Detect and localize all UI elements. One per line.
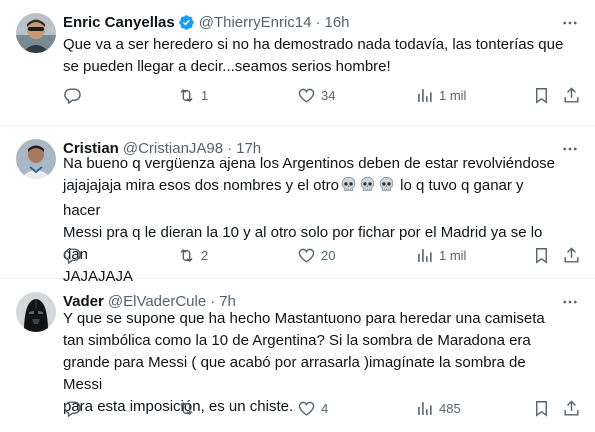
tweet[interactable]: Cristian @CristianJA98 · 17h Na bueno q … [0,126,595,285]
retweet-icon [177,246,196,265]
like-count: 34 [321,87,336,103]
retweet-icon [177,86,196,105]
timestamp[interactable]: 7h [219,293,236,310]
share-icon [562,246,581,265]
reply-icon [63,399,82,418]
retweet-button[interactable] [177,397,201,419]
retweet-count: 1 [201,87,209,103]
reply-button[interactable] [63,84,87,106]
reply-button[interactable] [63,397,87,419]
avatar[interactable] [16,139,56,179]
like-button[interactable]: 34 [297,84,335,106]
tweet-actions: 2 20 1 mil [63,244,579,266]
tweet-text-line: jajajajaja mira esos dos nombres y el ot… [63,177,339,194]
views-icon [415,246,434,265]
reply-icon [63,86,82,105]
reply-icon [63,246,82,265]
like-icon [297,246,316,265]
tweet-text: Que va a ser heredero si no ha demostrad… [63,36,564,75]
share-button[interactable] [562,397,581,419]
skull-emoji [359,176,376,200]
author-name[interactable]: Enric Canyellas [63,14,175,31]
tweet-text: Na bueno q vergüenza ajena los Argentino… [63,153,565,288]
like-count: 4 [321,400,329,416]
like-button[interactable]: 20 [297,244,335,266]
bookmark-button[interactable] [532,84,551,106]
author-handle[interactable]: @ElVaderCule [108,293,206,310]
bookmark-button[interactable] [532,397,551,419]
author-handle[interactable]: @ThierryEnric14 [199,14,312,31]
verified-badge-icon [178,14,195,31]
bookmark-icon [532,246,551,265]
view-count: 1 mil [439,87,467,103]
tweet-text-line: Na bueno q vergüenza ajena los Argentino… [63,155,556,172]
skull-emoji [340,176,357,200]
tweet[interactable]: Vader @ElVaderCule · 7h Y que se supone … [0,279,595,432]
like-icon [297,399,316,418]
like-icon [297,86,316,105]
views-icon [415,399,434,418]
share-icon [562,86,581,105]
share-button[interactable] [562,244,581,266]
reply-button[interactable] [63,244,87,266]
share-icon [562,399,581,418]
retweet-count: 2 [201,247,209,263]
tweet-actions: 4 485 [63,397,579,419]
retweet-icon [177,399,196,418]
views-button[interactable]: 485 [415,397,461,419]
tweet-actions: 1 34 1 mil [63,84,579,106]
views-icon [415,86,434,105]
bookmark-button[interactable] [532,244,551,266]
retweet-button[interactable]: 2 [177,244,208,266]
like-count: 20 [321,247,336,263]
views-button[interactable]: 1 mil [415,244,466,266]
tweet[interactable]: Enric Canyellas @ThierryEnric14 · 16h Qu… [0,0,595,126]
view-count: 485 [439,400,461,416]
more-icon[interactable] [561,14,579,32]
avatar[interactable] [16,292,56,332]
author-name[interactable]: Vader [63,293,104,310]
retweet-button[interactable]: 1 [177,84,208,106]
views-button[interactable]: 1 mil [415,84,466,106]
timestamp[interactable]: 16h [325,14,350,31]
separator-dot: · [210,292,216,310]
bookmark-icon [532,86,551,105]
share-button[interactable] [562,84,581,106]
like-button[interactable]: 4 [297,397,328,419]
bookmark-icon [532,399,551,418]
view-count: 1 mil [439,247,467,263]
separator-dot: · [315,13,321,31]
avatar[interactable] [16,13,56,53]
skull-emoji [378,176,395,200]
